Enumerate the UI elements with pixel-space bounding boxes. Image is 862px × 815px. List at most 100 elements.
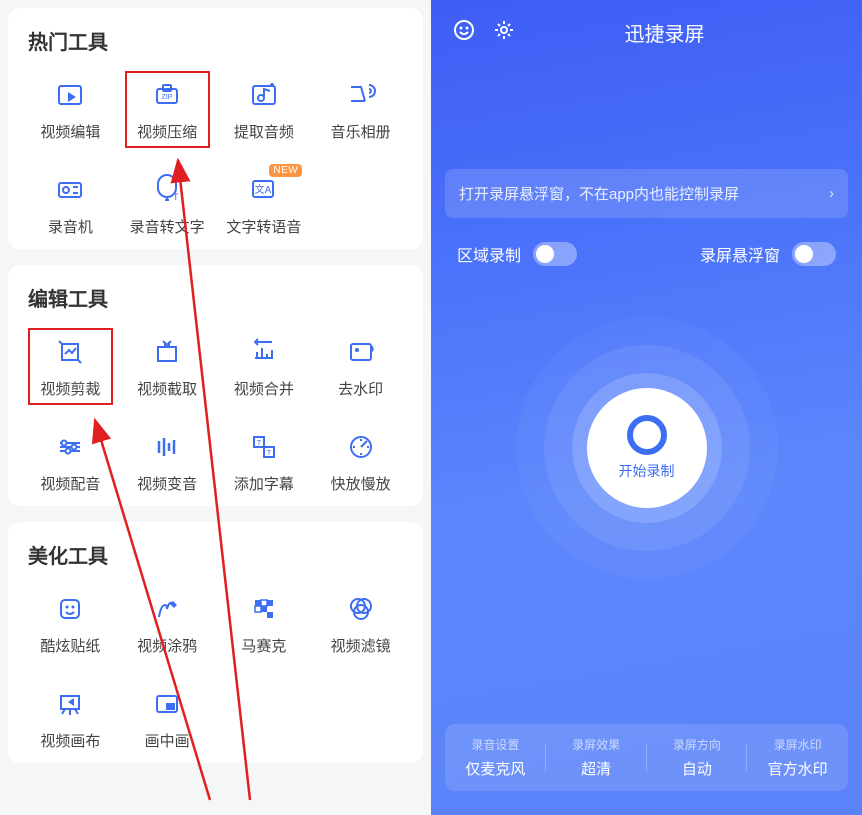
tool-label: 视频涂鸦 [137, 635, 197, 656]
subtitle-icon [246, 429, 282, 465]
video-edit-icon [52, 77, 88, 113]
tool-recorder[interactable]: 录音机 [22, 168, 119, 241]
tool-label: 马赛克 [241, 635, 286, 656]
tool-label: 视频滤镜 [331, 635, 391, 656]
filter-icon [343, 591, 379, 627]
setting-label: 录音设置 [471, 736, 519, 753]
tip-text: 打开录屏悬浮窗，不在app内也能控制录屏 [459, 183, 739, 204]
toggle-floating-window[interactable]: 录屏悬浮窗 [700, 242, 836, 266]
tool-video-pitch[interactable]: 视频变音 [119, 425, 216, 498]
tip-banner[interactable]: 打开录屏悬浮窗，不在app内也能控制录屏 › [445, 169, 848, 218]
dub-icon [52, 429, 88, 465]
pip-icon [149, 686, 185, 722]
tool-mosaic[interactable]: 马赛克 [216, 587, 313, 660]
toggle-label: 区域录制 [457, 242, 521, 266]
tool-pip[interactable]: 画中画 [119, 682, 216, 755]
toggle-row: 区域录制 录屏悬浮窗 [431, 218, 862, 266]
section-hot-tools: 热门工具 视频编辑 视频压缩 提取音频 音乐相册 录音机 [8, 8, 423, 249]
chevron-right-icon: › [829, 185, 834, 202]
tool-label: 快放慢放 [331, 473, 391, 494]
tool-sticker[interactable]: 酷炫贴纸 [22, 587, 119, 660]
setting-watermark[interactable]: 录屏水印 官方水印 [747, 736, 848, 779]
tool-label: 音乐相册 [331, 121, 391, 142]
setting-label: 录屏水印 [774, 736, 822, 753]
setting-audio[interactable]: 录音设置 仅麦克风 [445, 736, 546, 779]
setting-value: 自动 [682, 758, 712, 779]
gear-icon[interactable] [493, 19, 515, 46]
merge-icon [246, 334, 282, 370]
tool-label: 视频压缩 [137, 121, 197, 142]
record-button[interactable]: 开始录制 [572, 373, 722, 523]
tool-label: 视频剪裁 [40, 378, 100, 399]
tool-video-cut[interactable]: 视频截取 [119, 330, 216, 403]
tool-label: 录音机 [48, 216, 93, 237]
record-button-label: 开始录制 [619, 461, 675, 481]
section-title: 热门工具 [22, 26, 409, 55]
toggle-switch[interactable] [792, 242, 836, 266]
tool-music-album[interactable]: 音乐相册 [312, 73, 409, 146]
tool-label: 添加字幕 [234, 473, 294, 494]
tool-label: 提取音频 [234, 121, 294, 142]
toggle-switch[interactable] [533, 242, 577, 266]
tool-video-edit[interactable]: 视频编辑 [22, 73, 119, 146]
tool-label: 画中画 [145, 730, 190, 751]
music-album-icon [343, 77, 379, 113]
cut-icon [149, 334, 185, 370]
tool-remove-watermark[interactable]: 去水印 [312, 330, 409, 403]
section-title: 美化工具 [22, 540, 409, 569]
tool-filter[interactable]: 视频滤镜 [312, 587, 409, 660]
setting-label: 录屏效果 [572, 736, 620, 753]
tool-label: 文字转语音 [226, 216, 301, 237]
speech-to-text-icon [149, 172, 185, 208]
tool-doodle[interactable]: 视频涂鸦 [119, 587, 216, 660]
pitch-icon [149, 429, 185, 465]
right-panel: 迅捷录屏 打开录屏悬浮窗，不在app内也能控制录屏 › 区域录制 录屏悬浮窗 开… [431, 0, 862, 815]
recorder-icon [52, 172, 88, 208]
left-panel: 热门工具 视频编辑 视频压缩 提取音频 音乐相册 录音机 [0, 0, 431, 815]
canvas-icon [52, 686, 88, 722]
tool-label: 视频合并 [234, 378, 294, 399]
tool-canvas[interactable]: 视频画布 [22, 682, 119, 755]
tool-speed[interactable]: 快放慢放 [312, 425, 409, 498]
setting-value: 仅麦克风 [465, 758, 525, 779]
zip-icon [149, 77, 185, 113]
setting-value: 官方水印 [768, 758, 828, 779]
section-title: 编辑工具 [22, 283, 409, 312]
smiley-icon[interactable] [453, 19, 475, 46]
setting-quality[interactable]: 录屏效果 超清 [546, 736, 647, 779]
record-ring-icon [627, 415, 667, 455]
tool-label: 视频变音 [137, 473, 197, 494]
watermark-remove-icon [343, 334, 379, 370]
tool-extract-audio[interactable]: 提取音频 [216, 73, 313, 146]
tool-speech-to-text[interactable]: 录音转文字 [119, 168, 216, 241]
app-title: 迅捷录屏 [533, 18, 796, 47]
tool-add-subtitle[interactable]: 添加字幕 [216, 425, 313, 498]
tool-video-compress[interactable]: 视频压缩 [119, 73, 216, 146]
tool-label: 录音转文字 [130, 216, 205, 237]
bottom-settings: 录音设置 仅麦克风 录屏效果 超清 录屏方向 自动 录屏水印 官方水印 [445, 724, 848, 791]
crop-icon [52, 334, 88, 370]
tool-video-crop[interactable]: 视频剪裁 [22, 330, 119, 403]
setting-label: 录屏方向 [673, 736, 721, 753]
tool-video-dub[interactable]: 视频配音 [22, 425, 119, 498]
top-bar: 迅捷录屏 [431, 0, 862, 59]
tool-label: 视频编辑 [40, 121, 100, 142]
text-to-speech-icon [246, 172, 282, 208]
tool-label: 视频配音 [40, 473, 100, 494]
new-badge: NEW [269, 164, 302, 177]
speed-icon [343, 429, 379, 465]
tool-label: 酷炫贴纸 [40, 635, 100, 656]
mosaic-icon [246, 591, 282, 627]
sticker-icon [52, 591, 88, 627]
tool-label: 视频截取 [137, 378, 197, 399]
doodle-icon [149, 591, 185, 627]
toggle-label: 录屏悬浮窗 [700, 242, 780, 266]
tool-text-to-speech[interactable]: NEW 文字转语音 [216, 168, 313, 241]
setting-orientation[interactable]: 录屏方向 自动 [647, 736, 748, 779]
toggle-area-record[interactable]: 区域录制 [457, 242, 577, 266]
tool-label: 视频画布 [40, 730, 100, 751]
section-edit-tools: 编辑工具 视频剪裁 视频截取 视频合并 去水印 视频配音 [8, 265, 423, 506]
section-beautify-tools: 美化工具 酷炫贴纸 视频涂鸦 马赛克 视频滤镜 视频画布 [8, 522, 423, 763]
tool-label: 去水印 [338, 378, 383, 399]
tool-video-merge[interactable]: 视频合并 [216, 330, 313, 403]
